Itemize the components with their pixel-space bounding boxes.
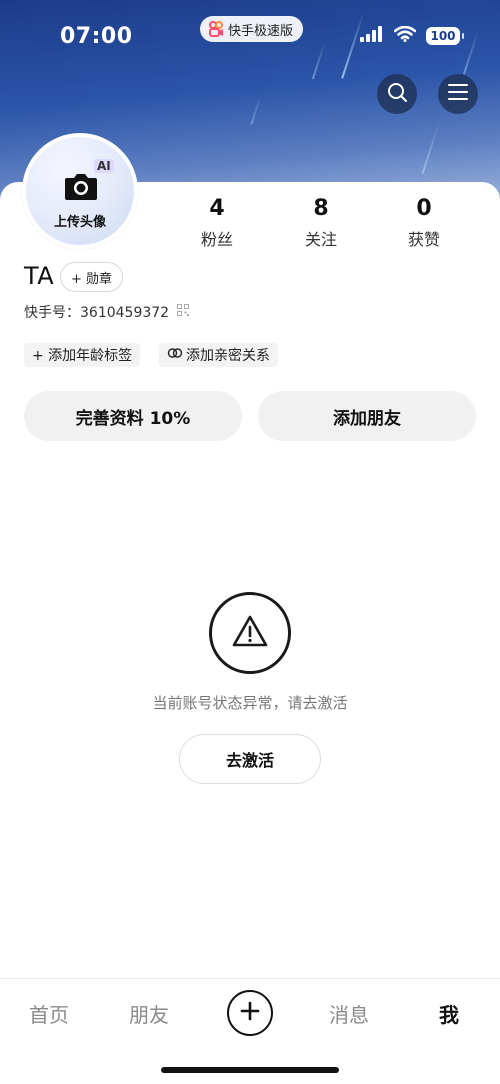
kwai-id: 快手号：3610459372 xyxy=(24,305,170,321)
qr-code-icon[interactable] xyxy=(177,304,190,320)
stat-followers-value: 4 xyxy=(209,196,225,221)
menu-icon xyxy=(448,83,468,105)
stat-followers-label: 粉丝 xyxy=(200,230,233,249)
app-pill-label: 快手极速版 xyxy=(228,23,294,39)
add-age-tag-button[interactable]: + 添加年龄标签 xyxy=(24,343,141,367)
stat-following-label: 关注 xyxy=(304,230,337,249)
stat-likes-label: 获赞 xyxy=(407,230,440,249)
status-bar: 07:00 快手极速版 100 xyxy=(0,0,500,72)
app-pill[interactable]: 快手极速版 xyxy=(200,16,304,42)
bottom-nav: 首页 朋友 消息 我 xyxy=(0,978,500,1084)
warning-icon-circle xyxy=(209,592,291,674)
search-button[interactable] xyxy=(377,74,417,114)
stat-followers[interactable]: 4 粉丝 xyxy=(177,196,257,250)
battery-icon: 100 xyxy=(426,27,464,45)
search-icon xyxy=(386,81,408,107)
status-time: 07:00 xyxy=(60,24,133,49)
stat-following[interactable]: 8 关注 xyxy=(281,196,361,250)
plus-icon xyxy=(240,1001,260,1025)
nav-messages[interactable]: 消息 xyxy=(314,999,384,1028)
avatar-upload[interactable]: AI 上传头像 xyxy=(22,133,138,249)
nav-friends[interactable]: 朋友 xyxy=(114,999,184,1028)
signal-icon xyxy=(360,26,384,46)
username: TA xyxy=(24,262,55,290)
home-indicator[interactable] xyxy=(161,1067,339,1073)
warning-icon xyxy=(232,615,268,651)
account-status-message: 当前账号状态异常，请去激活 xyxy=(152,694,348,712)
kuaishou-logo-icon xyxy=(208,21,224,37)
avatar-upload-label: 上传头像 xyxy=(53,215,106,230)
camera-icon xyxy=(64,171,98,205)
add-relationship-label: 添加亲密关系 xyxy=(186,348,270,364)
complete-profile-button[interactable]: 完善资料 10% xyxy=(24,391,242,441)
stat-likes-value: 0 xyxy=(416,196,432,221)
wifi-icon xyxy=(393,25,417,46)
menu-button[interactable] xyxy=(438,74,478,114)
stat-likes[interactable]: 0 获赞 xyxy=(384,196,464,250)
create-button[interactable] xyxy=(227,990,273,1036)
nav-home[interactable]: 首页 xyxy=(14,999,84,1028)
add-friends-button[interactable]: 添加朋友 xyxy=(258,391,476,441)
activate-button[interactable]: 去激活 xyxy=(179,734,321,784)
add-relationship-button[interactable]: 添加亲密关系 xyxy=(159,343,278,367)
medal-button[interactable]: + 勋章 xyxy=(60,262,124,292)
link-icon xyxy=(167,347,183,363)
nav-me[interactable]: 我 xyxy=(414,999,484,1028)
stat-following-value: 8 xyxy=(313,196,329,221)
kwai-id-row[interactable]: 快手号：3610459372 xyxy=(24,302,190,322)
